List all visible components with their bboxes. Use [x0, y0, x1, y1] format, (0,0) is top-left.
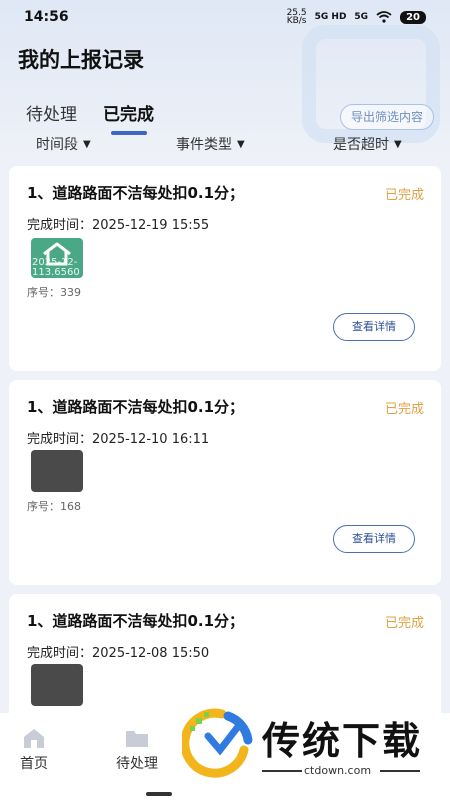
tab-bar: 待处理 已完成	[26, 100, 154, 135]
record-card[interactable]: 1、道路路面不洁每处扣0.1分； 已完成 完成时间：2025-12-19 15:…	[9, 166, 441, 371]
network-speed: 25.5 KB/s	[286, 9, 307, 26]
photo-watermark: 2025-12- 113.6560	[32, 258, 80, 278]
brand-divider-right	[380, 770, 420, 772]
record-time-label: 完成时间：	[27, 432, 93, 447]
nav-item-pending-label: 待处理	[116, 756, 158, 772]
signal-5g-icon: 5G	[354, 12, 369, 22]
home-icon	[24, 729, 44, 748]
nav-item-home[interactable]: 首页	[4, 727, 64, 773]
export-filtered-button[interactable]: 导出筛选内容	[339, 104, 434, 130]
record-title: 1、道路路面不洁每处扣0.1分；	[27, 184, 245, 202]
record-card[interactable]: 1、道路路面不洁每处扣0.1分； 已完成 完成时间：2025-12-10 16:…	[9, 380, 441, 585]
record-status: 已完成	[384, 188, 424, 203]
record-time-label: 完成时间：	[27, 218, 93, 233]
record-seq: 序号：168	[27, 498, 81, 514]
filter-overdue[interactable]: 是否超时 ▼	[333, 134, 402, 154]
record-seq-value: 168	[60, 500, 81, 513]
record-seq-value: 339	[60, 286, 81, 299]
record-photo-thumbnail[interactable]	[31, 450, 83, 492]
watermark-overlay: 传统下载 ctdown.com	[178, 700, 450, 800]
filter-overdue-label: 是否超时	[333, 137, 389, 153]
record-status: 已完成	[384, 402, 424, 417]
tab-completed[interactable]: 已完成	[103, 100, 154, 135]
record-title: 1、道路路面不洁每处扣0.1分；	[27, 398, 245, 416]
caret-down-icon: ▼	[237, 138, 245, 150]
page-title: 我的上报记录	[18, 48, 144, 72]
record-title: 1、道路路面不洁每处扣0.1分；	[27, 612, 245, 630]
filter-event-type[interactable]: 事件类型 ▼	[176, 134, 245, 154]
status-time: 14:56	[24, 9, 69, 25]
record-seq-label: 序号：	[27, 500, 60, 513]
brand-name: 传统下载	[262, 719, 423, 763]
filter-time-period-label: 时间段	[36, 137, 78, 153]
status-bar: 14:56 25.5 KB/s 5G HD 5G 20	[0, 0, 450, 34]
record-photo-thumbnail[interactable]	[31, 664, 83, 706]
tab-pending[interactable]: 待处理	[26, 100, 77, 135]
battery-icon: 20	[400, 10, 426, 24]
record-photo-thumbnail[interactable]: 2025-12- 113.6560	[31, 238, 83, 278]
home-indicator	[146, 792, 172, 796]
record-time-label: 完成时间：	[27, 646, 93, 661]
folder-icon	[126, 731, 148, 747]
signal-5g-hd-icon: 5G HD	[314, 12, 347, 22]
photo-watermark-line2: 113.6560	[32, 267, 80, 278]
caret-down-icon: ▼	[394, 138, 402, 150]
record-time: 完成时间：2025-12-19 15:55	[27, 214, 209, 233]
network-speed-unit: KB/s	[286, 16, 307, 26]
caret-down-icon: ▼	[83, 138, 91, 150]
status-indicators: 25.5 KB/s 5G HD 5G 20	[286, 9, 426, 26]
filter-time-period[interactable]: 时间段 ▼	[36, 134, 91, 154]
record-seq: 序号：339	[27, 284, 81, 300]
nav-item-pending[interactable]: 待处理	[107, 727, 167, 773]
brand-divider-left	[262, 770, 302, 772]
record-seq-label: 序号：	[27, 286, 60, 299]
wifi-icon	[376, 11, 392, 23]
view-details-button[interactable]: 查看详情	[333, 525, 415, 553]
filter-event-type-label: 事件类型	[176, 137, 232, 153]
record-time: 完成时间：2025-12-08 15:50	[27, 642, 209, 661]
record-time-value: 2025-12-08 15:50	[92, 646, 210, 661]
nav-item-home-label: 首页	[20, 756, 48, 772]
record-status: 已完成	[384, 616, 424, 631]
filter-bar: 时间段 ▼ 事件类型 ▼ 是否超时 ▼	[0, 134, 450, 156]
brand-logo-icon	[182, 708, 253, 778]
record-time-value: 2025-12-19 15:55	[92, 218, 210, 233]
record-time-value: 2025-12-10 16:11	[92, 432, 210, 447]
record-time: 完成时间：2025-12-10 16:11	[27, 428, 209, 447]
view-details-button[interactable]: 查看详情	[333, 313, 415, 341]
brand-url: ctdown.com	[304, 764, 372, 777]
